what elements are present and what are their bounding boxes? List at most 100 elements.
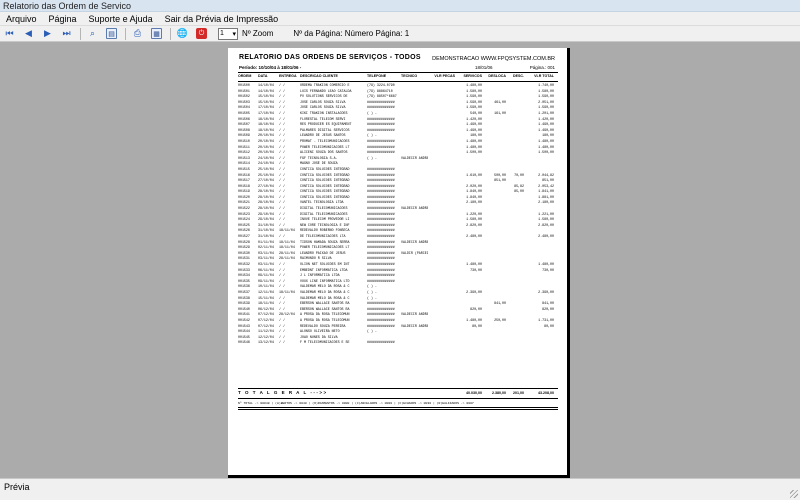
cell-entrega: 28/12/04: [279, 312, 295, 317]
cell-total: 1.841,00: [538, 189, 554, 194]
cell-ordem: 001531: [238, 256, 250, 261]
cell-entrega: / /: [279, 234, 285, 239]
cell-servicos: 1.490,00: [466, 122, 482, 127]
cell-servicos: 1.490,00: [466, 127, 482, 132]
close-preview-icon[interactable]: ⏻: [195, 27, 208, 40]
cell-ordem: 001534: [238, 273, 250, 278]
preview-area[interactable]: RELATORIO DAS ORDENS DE SERVIÇOS - TODOS…: [0, 42, 800, 478]
cell-servicos: 2.820,00: [466, 222, 482, 227]
cell-entrega: / /: [279, 150, 285, 155]
cell-desloca: 161,00: [494, 110, 506, 115]
last-page-icon[interactable]: ⏭: [60, 27, 73, 40]
cell-total: 1.490,00: [538, 127, 554, 132]
cell-telefone: ##############: [367, 172, 395, 177]
cell-telefone: ##############: [367, 312, 395, 317]
cell-telefone: ##############: [367, 206, 395, 211]
cell-total: 1.221,00: [538, 211, 554, 216]
cell-ordem: 001515: [238, 166, 250, 171]
page-view-icon[interactable]: ▤: [105, 27, 118, 40]
cell-servicos: 80,00: [472, 323, 482, 328]
cell-telefone: ##############: [367, 273, 395, 278]
cell-cliente: PALMARES DIGITAL SERVICOS: [300, 127, 350, 132]
cell-data: 18/10/04: [258, 116, 274, 121]
cell-servicos: 1.840,00: [466, 189, 482, 194]
cell-ordem: 001527: [238, 234, 250, 239]
cell-data: 29/10/04: [258, 211, 274, 216]
cell-data: 20/10/04: [258, 144, 274, 149]
cell-telefone: ( ) -: [367, 155, 377, 160]
first-page-icon[interactable]: ⏮: [3, 27, 16, 40]
cell-ordem: 001543: [238, 323, 250, 328]
cell-ordem: 001533: [238, 267, 250, 272]
cell-ordem: 001518: [238, 183, 250, 188]
zoom-icon[interactable]: ⌕: [86, 27, 99, 40]
cell-telefone: ##############: [367, 150, 395, 155]
cell-entrega: / /: [279, 295, 285, 300]
globe-icon[interactable]: 🌐: [176, 27, 189, 40]
divider: [238, 72, 558, 73]
cell-data: 20/10/04: [258, 138, 274, 143]
cell-telefone: ##############: [367, 250, 395, 255]
cell-telefone: ##############: [367, 194, 395, 199]
cell-entrega: 18/11/04: [279, 228, 295, 233]
cell-entrega: / /: [279, 334, 285, 339]
cell-data: 31/10/04: [258, 222, 274, 227]
previous-page-icon[interactable]: ◀: [22, 27, 35, 40]
cell-servicos: 1.480,00: [466, 262, 482, 266]
cell-servicos: 540,00: [470, 110, 482, 115]
cell-ordem: 001507: [238, 122, 250, 127]
cell-telefone: ##############: [367, 306, 395, 311]
cell-cliente: JOAO NUNES DA SILVA: [300, 334, 338, 339]
grand-total-value: 43.208,00: [538, 391, 554, 395]
cell-telefone: ( ) -: [367, 329, 377, 334]
cell-telefone: ( ) -: [367, 110, 377, 115]
cell-cliente: REDEVALDO SOUZA PEREIRA: [300, 323, 346, 328]
cell-data: 02/11/04: [258, 245, 274, 250]
cell-ordem: 001514: [238, 161, 250, 166]
cell-telefone: ##############: [367, 245, 395, 250]
cell-data: 01/11/04: [258, 239, 274, 244]
divider: [238, 398, 558, 399]
cell-entrega: / /: [279, 172, 285, 177]
cell-total: 1.480,00: [538, 262, 554, 266]
cell-data: 28/10/04: [258, 189, 274, 194]
cell-telefone: ##############: [367, 183, 395, 188]
zoom-select[interactable]: 1 ▾: [218, 27, 238, 40]
cell-cliente: ORDEMA TRAKION COMERCIO E: [300, 83, 350, 87]
menu-sair-previa[interactable]: Sair da Prévia de Impressão: [159, 12, 285, 25]
window-title: Relatorio das Ordem de Servico: [0, 0, 800, 12]
cell-ordem: 001504: [238, 105, 250, 110]
menu-suporte[interactable]: Suporte e Ajuda: [83, 12, 159, 25]
cell-data: 18/11/04: [258, 301, 274, 306]
cell-desloca: 500,00: [494, 172, 506, 177]
cell-telefone: ##############: [367, 239, 395, 244]
cell-cliente: NEW CORE TECNOLOGIA E INF: [300, 222, 350, 227]
next-page-icon[interactable]: ▶: [41, 27, 54, 40]
cell-data: 17/10/04: [258, 105, 274, 110]
col-desc: DESC.: [513, 74, 524, 78]
cell-servicos: 730,00: [470, 267, 482, 272]
print-icon[interactable]: ⎙: [131, 27, 144, 40]
grand-total-desc: 201,00: [513, 391, 524, 395]
cell-cliente: A PROSA DA ROSA TELECOMUN: [300, 317, 350, 322]
cell-cliente: MAGNO JOSÉ DE SOUZA: [300, 161, 338, 166]
cell-telefone: ##############: [367, 127, 395, 132]
cell-servicos: 1.580,00: [466, 88, 482, 93]
menu-arquivo[interactable]: Arquivo: [0, 12, 43, 25]
cell-entrega: / /: [279, 267, 285, 272]
cell-ordem: 001502: [238, 94, 250, 99]
cell-entrega: / /: [279, 329, 285, 334]
cell-ordem: 001524: [238, 217, 250, 222]
print-setup-icon[interactable]: ▦: [150, 27, 163, 40]
cell-servicos: 1.610,00: [466, 172, 482, 177]
cell-ordem: 001528: [238, 239, 250, 244]
cell-ordem: 001512: [238, 150, 250, 155]
cell-desloca: 851,00: [494, 178, 506, 183]
menu-pagina[interactable]: Página: [43, 12, 83, 25]
table-row: 001546 13/12/04 / / F M TELECOMUNICACOES E …: [238, 340, 558, 346]
cell-total: 841,00: [542, 301, 554, 306]
resize-grip-icon[interactable]: [790, 490, 798, 498]
cell-tecnico: VALDECIR ANDRADE: [401, 155, 428, 160]
cell-ordem: 001520: [238, 194, 250, 199]
cell-entrega: / /: [279, 222, 285, 227]
